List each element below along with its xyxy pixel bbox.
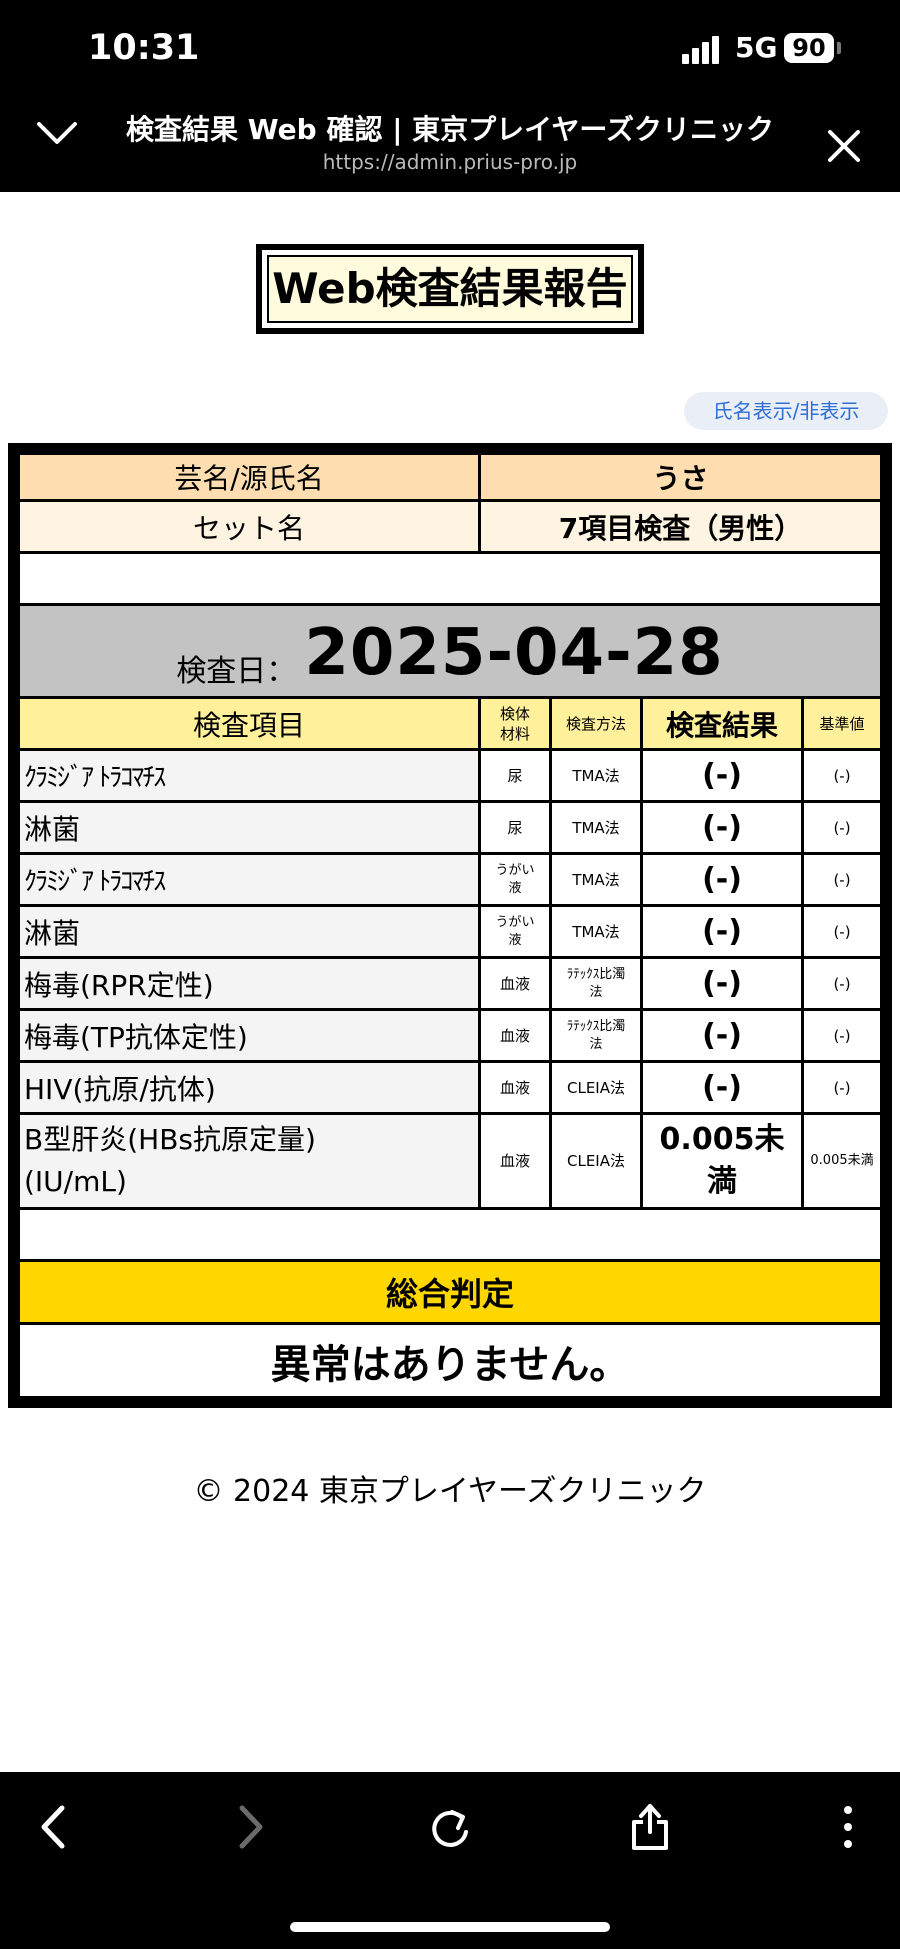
more-icon[interactable] bbox=[838, 1802, 858, 1852]
row-result: (-) bbox=[643, 1011, 801, 1060]
report-title-box: Web検査結果報告 bbox=[256, 244, 644, 334]
network-type: 5G bbox=[735, 31, 778, 64]
row-method: CLEIA法 bbox=[552, 1115, 640, 1207]
row-reference: (-) bbox=[804, 1063, 880, 1112]
date-row: 検査日： 2025-04-28 bbox=[20, 606, 880, 696]
header-result: 検査結果 bbox=[643, 699, 801, 748]
header-method: 検査方法 bbox=[552, 699, 640, 748]
row-result: (-) bbox=[643, 1063, 801, 1112]
row-method: TMA法 bbox=[552, 751, 640, 800]
row-result: (-) bbox=[643, 751, 801, 800]
row-method: ﾗﾃｯｸｽ比濁法 bbox=[552, 1011, 640, 1060]
row-item: ｸﾗﾐｼﾞｱ ﾄﾗｺﾏﾁｽ bbox=[20, 751, 478, 800]
header-specimen: 検体材料 bbox=[481, 699, 549, 748]
row-item: 淋菌 bbox=[20, 803, 478, 852]
results-table: 芸名/源氏名 うさ セット名 7項目検査（男性） 検査日： 2025-04-28… bbox=[8, 443, 892, 1408]
share-icon[interactable] bbox=[628, 1800, 672, 1852]
row-result: (-) bbox=[643, 855, 801, 904]
row-item: 淋菌 bbox=[20, 907, 478, 956]
row-item: 梅毒(TP抗体定性) bbox=[20, 1011, 478, 1060]
row-result: (-) bbox=[643, 907, 801, 956]
battery-tip bbox=[837, 42, 841, 54]
chevron-left-icon[interactable] bbox=[36, 1804, 70, 1850]
name-value: うさ bbox=[481, 455, 880, 499]
row-specimen: うがい液 bbox=[481, 907, 549, 956]
row-reference: (-) bbox=[804, 803, 880, 852]
row-specimen: うがい液 bbox=[481, 855, 549, 904]
row-method: TMA法 bbox=[552, 855, 640, 904]
date-label: 検査日： bbox=[176, 654, 297, 689]
row-method: TMA法 bbox=[552, 907, 640, 956]
status-time: 10:31 bbox=[88, 28, 200, 68]
row-reference: (-) bbox=[804, 1011, 880, 1060]
chevron-right-icon[interactable] bbox=[234, 1804, 268, 1850]
close-icon[interactable] bbox=[824, 126, 864, 166]
summary-value: 異常はありません。 bbox=[20, 1325, 880, 1396]
header-item: 検査項目 bbox=[20, 699, 478, 748]
row-specimen: 血液 bbox=[481, 1011, 549, 1060]
row-specimen: 尿 bbox=[481, 751, 549, 800]
name-label: 芸名/源氏名 bbox=[20, 455, 478, 499]
row-method: CLEIA法 bbox=[552, 1063, 640, 1112]
row-reference: (-) bbox=[804, 907, 880, 956]
header-reference: 基準値 bbox=[804, 699, 880, 748]
row-item: ｸﾗﾐｼﾞｱ ﾄﾗｺﾏﾁｽ bbox=[20, 855, 478, 904]
signal-icon bbox=[682, 36, 724, 64]
row-item: 梅毒(RPR定性) bbox=[20, 959, 478, 1008]
row-specimen: 尿 bbox=[481, 803, 549, 852]
row-specimen: 血液 bbox=[481, 1115, 549, 1207]
battery-icon: 90 bbox=[784, 33, 834, 63]
spacer-row bbox=[20, 1210, 880, 1259]
page-url[interactable]: https://admin.prius-pro.jp bbox=[110, 150, 790, 174]
name-toggle-button[interactable]: 氏名表示/非表示 bbox=[684, 392, 888, 430]
spacer-row bbox=[20, 554, 880, 603]
row-method: TMA法 bbox=[552, 803, 640, 852]
row-reference: 0.005未満 bbox=[804, 1115, 880, 1207]
row-reference: (-) bbox=[804, 751, 880, 800]
row-reference: (-) bbox=[804, 959, 880, 1008]
home-indicator bbox=[290, 1922, 610, 1932]
summary-label: 総合判定 bbox=[20, 1262, 880, 1322]
row-specimen: 血液 bbox=[481, 1063, 549, 1112]
set-value: 7項目検査（男性） bbox=[481, 502, 880, 551]
row-method: ﾗﾃｯｸｽ比濁法 bbox=[552, 959, 640, 1008]
row-result: 0.005未満 bbox=[643, 1115, 801, 1207]
reload-icon[interactable] bbox=[428, 1804, 472, 1850]
row-specimen: 血液 bbox=[481, 959, 549, 1008]
chevron-down-icon[interactable] bbox=[36, 118, 78, 148]
row-item: B型肝炎(HBs抗原定量)(IU/mL) bbox=[20, 1115, 478, 1207]
row-result: (-) bbox=[643, 803, 801, 852]
browser-header: 10:31 5G 90 検査結果 Web 確認 | 東京プレイヤーズクリニック … bbox=[0, 0, 900, 192]
report-title: Web検査結果報告 bbox=[267, 255, 633, 323]
set-label: セット名 bbox=[20, 502, 478, 551]
date-value: 2025-04-28 bbox=[304, 616, 724, 690]
row-item: HIV(抗原/抗体) bbox=[20, 1063, 478, 1112]
footer-copyright: © 2024 東京プレイヤーズクリニック bbox=[193, 1474, 707, 1509]
row-reference: (-) bbox=[804, 855, 880, 904]
page-title: 検査結果 Web 確認 | 東京プレイヤーズクリニック bbox=[126, 113, 774, 146]
row-result: (-) bbox=[643, 959, 801, 1008]
